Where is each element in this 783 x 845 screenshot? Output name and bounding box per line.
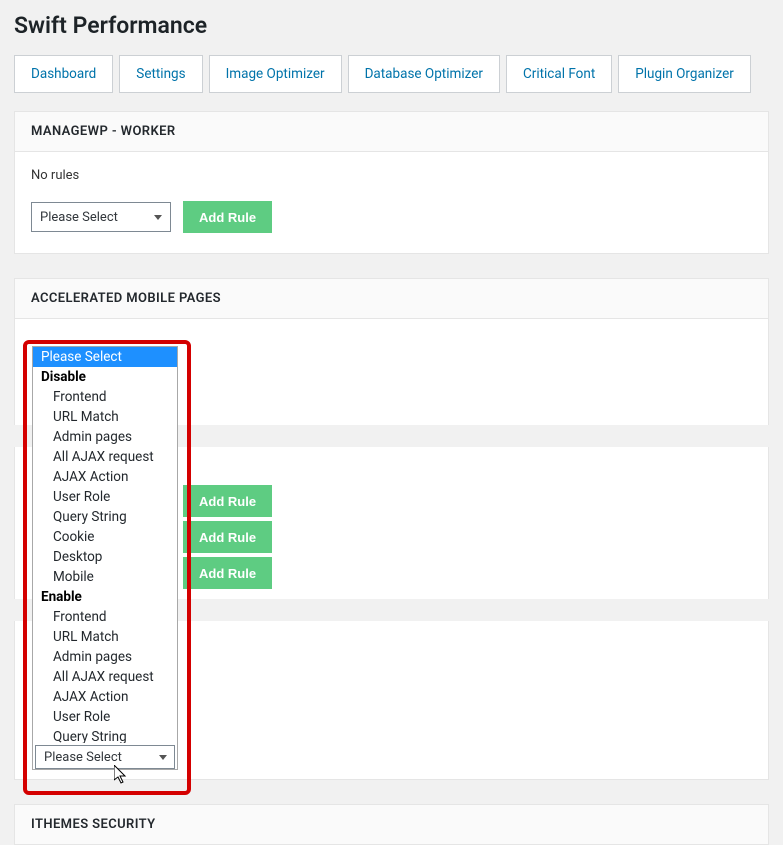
dropdown-option-enable-all-ajax[interactable]: All AJAX request — [33, 667, 177, 687]
tabs-bar: Dashboard Settings Image Optimizer Datab… — [0, 43, 783, 111]
tab-plugin-organizer[interactable]: Plugin Organizer — [618, 55, 751, 93]
tab-dashboard[interactable]: Dashboard — [14, 55, 113, 93]
dropdown-option-disable-cookie[interactable]: Cookie — [33, 527, 177, 547]
dropdown-option-disable-admin-pages[interactable]: Admin pages — [33, 427, 177, 447]
rule-select-closed[interactable]: Please Select — [35, 745, 175, 769]
dropdown-option-disable-all-ajax[interactable]: All AJAX request — [33, 447, 177, 467]
dropdown-group-enable: Enable — [33, 587, 177, 607]
dropdown-option-enable-user-role[interactable]: User Role — [33, 707, 177, 727]
dropdown-option-disable-frontend[interactable]: Frontend — [33, 387, 177, 407]
cursor-icon — [114, 765, 130, 785]
tab-settings[interactable]: Settings — [119, 55, 202, 93]
dropdown-option-enable-admin-pages[interactable]: Admin pages — [33, 647, 177, 667]
panel-managewp: MANAGEWP - WORKER No rules Please Select… — [14, 111, 769, 254]
dropdown-option-disable-ajax-action[interactable]: AJAX Action — [33, 467, 177, 487]
dropdown-option-disable-url-match[interactable]: URL Match — [33, 407, 177, 427]
dropdown-option-enable-query-string[interactable]: Query String — [33, 727, 177, 743]
dropdown-option-enable-url-match[interactable]: URL Match — [33, 627, 177, 647]
add-rule-button[interactable]: Add Rule — [183, 201, 272, 233]
dropdown-option-disable-mobile[interactable]: Mobile — [33, 567, 177, 587]
panel-ithemes-header: ITHEMES SECURITY — [15, 805, 768, 844]
add-rule-button-amp-2[interactable]: Add Rule — [183, 521, 272, 553]
dropdown-option-disable-user-role[interactable]: User Role — [33, 487, 177, 507]
dropdown-list[interactable]: Please Select Disable Frontend URL Match… — [33, 347, 177, 743]
add-rule-button-amp-1[interactable]: Add Rule — [183, 485, 272, 517]
no-rules-text: No rules — [31, 168, 752, 183]
tab-image-optimizer[interactable]: Image Optimizer — [209, 55, 342, 93]
dropdown-group-disable: Disable — [33, 367, 177, 387]
rule-select-dropdown[interactable]: Please Select Disable Frontend URL Match… — [32, 346, 178, 770]
tab-database-optimizer[interactable]: Database Optimizer — [348, 55, 500, 93]
dropdown-option-enable-ajax-action[interactable]: AJAX Action — [33, 687, 177, 707]
panel-managewp-header: MANAGEWP - WORKER — [15, 112, 768, 152]
dropdown-option-please-select[interactable]: Please Select — [33, 347, 177, 367]
dropdown-option-disable-desktop[interactable]: Desktop — [33, 547, 177, 567]
rule-select[interactable]: Please Select — [31, 202, 171, 232]
dropdown-option-disable-query-string[interactable]: Query String — [33, 507, 177, 527]
add-rule-button-amp-3[interactable]: Add Rule — [183, 557, 272, 589]
panel-ithemes: ITHEMES SECURITY — [14, 804, 769, 845]
page-title: Swift Performance — [0, 0, 783, 43]
panel-amp-header: ACCELERATED MOBILE PAGES — [15, 279, 768, 319]
tab-critical-font[interactable]: Critical Font — [506, 55, 612, 93]
dropdown-option-enable-frontend[interactable]: Frontend — [33, 607, 177, 627]
